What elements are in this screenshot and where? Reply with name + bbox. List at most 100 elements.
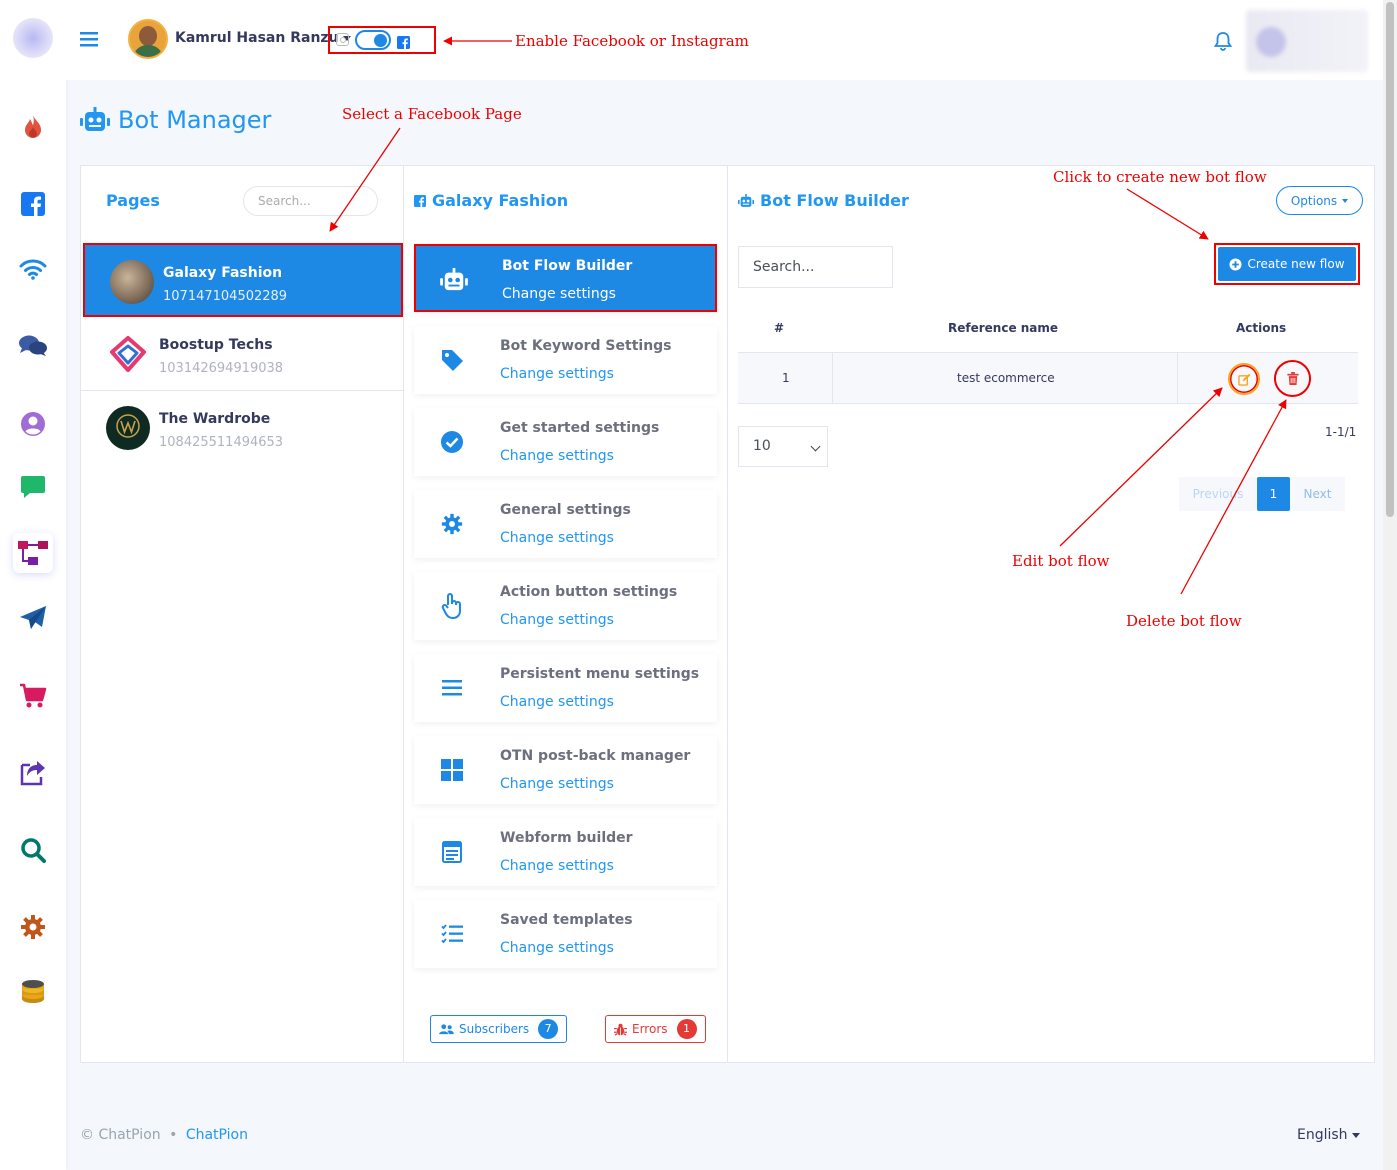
- menu-title: Saved templates: [500, 912, 633, 928]
- coins-icon[interactable]: [13, 972, 53, 1012]
- paper-plane-icon[interactable]: [13, 598, 53, 638]
- user-menu-dropdown[interactable]: Kamrul Hasan Ranzu: [175, 30, 351, 46]
- page-scrollbar[interactable]: [1383, 0, 1397, 1170]
- platform-switch[interactable]: [355, 30, 391, 50]
- change-settings-link[interactable]: Change settings: [502, 286, 616, 302]
- annotation-edit-flow: Edit bot flow: [1012, 552, 1110, 570]
- change-settings-link[interactable]: Change settings: [500, 448, 614, 464]
- user-circle-icon[interactable]: [13, 404, 53, 444]
- comments-icon[interactable]: [13, 326, 53, 366]
- page-title: Bot Manager: [80, 106, 271, 134]
- annotation-toggle: Enable Facebook or Instagram: [515, 32, 749, 50]
- menu-title: Action button settings: [500, 584, 678, 600]
- message-icon[interactable]: [13, 467, 53, 507]
- instagram-icon: [336, 33, 349, 46]
- search-icon[interactable]: [13, 830, 53, 870]
- app-logo[interactable]: [13, 18, 53, 58]
- form-icon: [438, 838, 466, 866]
- col-header-reference-name[interactable]: Reference name: [948, 321, 1058, 335]
- user-avatar[interactable]: [128, 19, 168, 59]
- menu-action-button-settings[interactable]: Action button settings Change settings: [414, 572, 717, 640]
- robot-icon: [440, 266, 468, 294]
- menu-otn-post-back-manager[interactable]: OTN post-back manager Change settings: [414, 736, 717, 804]
- share-square-icon[interactable]: [13, 753, 53, 793]
- wifi-icon[interactable]: [13, 249, 53, 289]
- check-circle-icon: [438, 428, 466, 456]
- change-settings-link[interactable]: Change settings: [500, 612, 614, 628]
- facebook-small-icon: [397, 34, 410, 53]
- footer-chatpion-link[interactable]: ChatPion: [186, 1127, 248, 1143]
- change-settings-link[interactable]: Change settings: [500, 366, 614, 382]
- options-dropdown-button[interactable]: Options: [1276, 186, 1363, 215]
- menu-title: Persistent menu settings: [500, 666, 700, 682]
- gear-icon: [438, 510, 466, 538]
- gear-icon[interactable]: [13, 907, 53, 947]
- shopping-cart-icon[interactable]: [13, 676, 53, 716]
- create-new-flow-button[interactable]: Create new flow: [1218, 247, 1356, 281]
- page-id: 103142694919038: [159, 361, 284, 376]
- table-info: 1-1/1: [1325, 425, 1357, 439]
- menu-webform-builder[interactable]: Webform builder Change settings: [414, 818, 717, 886]
- menu-bot-flow-builder[interactable]: Bot Flow Builder Change settings: [414, 244, 717, 312]
- change-settings-link[interactable]: Change settings: [500, 694, 614, 710]
- page-avatar: [106, 332, 150, 376]
- page-item-galaxy-fashion[interactable]: Galaxy Fashion 107147104502289: [83, 243, 403, 317]
- pages-search-input[interactable]: Search...: [243, 186, 378, 216]
- robot-icon: [80, 107, 110, 131]
- language-dropdown[interactable]: English: [1297, 1127, 1360, 1143]
- edit-icon: [1237, 373, 1251, 386]
- hand-pointer-icon: [438, 592, 466, 620]
- delete-flow-button[interactable]: [1274, 360, 1311, 397]
- users-icon: [439, 1023, 454, 1034]
- pages-heading: Pages: [106, 191, 160, 210]
- menu-persistent-menu-settings[interactable]: Persistent menu settings Change settings: [414, 654, 717, 722]
- hamburger-menu-icon[interactable]: [80, 31, 98, 51]
- platform-toggle[interactable]: [328, 26, 436, 54]
- flow-diagram-icon[interactable]: [13, 533, 53, 573]
- flow-builder-panel: Bot Flow Builder Options Search... Creat…: [728, 166, 1374, 1062]
- account-menu[interactable]: [1246, 10, 1368, 72]
- change-settings-link[interactable]: Change settings: [500, 940, 614, 956]
- notification-bell-icon[interactable]: [1213, 31, 1233, 55]
- page-avatar: [110, 260, 154, 304]
- flow-search-input[interactable]: Search...: [738, 246, 893, 288]
- footer-copyright: © ChatPion • ChatPion: [80, 1127, 248, 1143]
- pagination-next[interactable]: Next: [1290, 477, 1345, 511]
- menu-saved-templates[interactable]: Saved templates Change settings: [414, 900, 717, 968]
- menu-bot-keyword-settings[interactable]: Bot Keyword Settings Change settings: [414, 326, 717, 394]
- table-header: # Reference name Actions: [738, 304, 1358, 353]
- sidebar: [0, 0, 66, 1170]
- change-settings-link[interactable]: Change settings: [500, 858, 614, 874]
- page-item-the-wardrobe[interactable]: The Wardrobe 108425511494653: [81, 391, 403, 465]
- menu-title: Bot Flow Builder: [502, 258, 633, 274]
- page-name: Boostup Techs: [159, 337, 273, 353]
- row-reference-name: test ecommerce: [957, 371, 1055, 385]
- pagination-page-1[interactable]: 1: [1257, 477, 1290, 511]
- menu-title: Get started settings: [500, 420, 660, 436]
- fire-icon[interactable]: [13, 107, 53, 147]
- page-length-select[interactable]: 10: [738, 426, 828, 467]
- facebook-icon[interactable]: [13, 184, 53, 224]
- change-settings-link[interactable]: Change settings: [500, 776, 614, 792]
- subscribers-count-badge: 7: [538, 1019, 559, 1039]
- change-settings-link[interactable]: Change settings: [500, 530, 614, 546]
- col-header-number[interactable]: #: [774, 321, 784, 335]
- settings-panel: Galaxy Fashion Bot Flow Builder Change s…: [404, 166, 728, 1062]
- menu-get-started-settings[interactable]: Get started settings Change settings: [414, 408, 717, 476]
- menu-title: Bot Keyword Settings: [500, 338, 672, 354]
- bars-icon: [438, 674, 466, 702]
- caret-down-icon: [1351, 1132, 1360, 1138]
- menu-title: Webform builder: [500, 830, 633, 846]
- subscribers-button[interactable]: Subscribers 7: [430, 1015, 568, 1043]
- page-name: Galaxy Fashion: [163, 265, 283, 281]
- page-id: 108425511494653: [159, 435, 284, 450]
- caret-down-icon: [1342, 198, 1349, 203]
- edit-flow-button[interactable]: [1228, 363, 1260, 395]
- trash-icon: [1286, 372, 1299, 385]
- pagination-previous[interactable]: Previous: [1179, 477, 1257, 511]
- menu-general-settings[interactable]: General settings Change settings: [414, 490, 717, 558]
- annotation-create-flow: Click to create new bot flow: [1053, 168, 1267, 186]
- page-item-boostup-techs[interactable]: Boostup Techs 103142694919038: [81, 317, 403, 391]
- pagination: Previous 1 Next: [1179, 477, 1345, 511]
- errors-button[interactable]: Errors 1: [605, 1015, 706, 1043]
